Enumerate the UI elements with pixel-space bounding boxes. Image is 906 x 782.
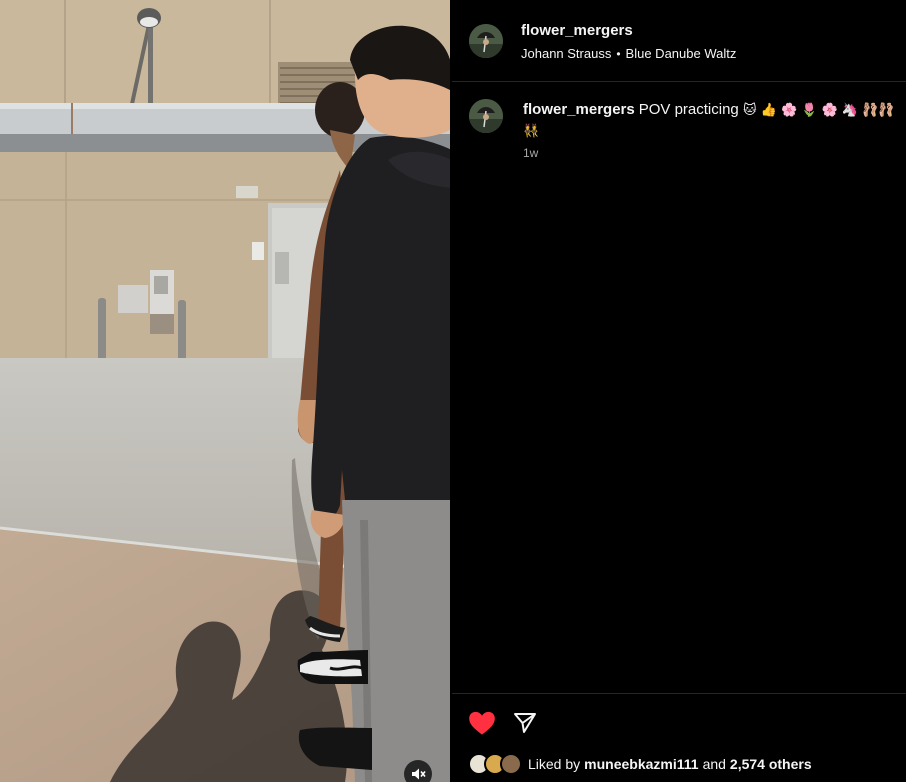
caption-text: POV practicing — [638, 101, 739, 118]
post-viewer: flower_mergers Johann Strauss • Blue Danub… — [0, 0, 906, 782]
share-button[interactable] — [510, 708, 540, 738]
caption-emojis: 🐱 👍 🌸 🌷 🌸 🦄 🩰🩰 — [742, 103, 895, 118]
audio-artist-link[interactable]: Johann Strauss — [521, 46, 611, 61]
liker-avatars[interactable] — [468, 753, 526, 775]
post-details-panel: flower_mergers Johann Strauss • Blue Danub… — [452, 0, 906, 782]
caption-emojis-line2: 👯 — [523, 124, 540, 139]
liker-username[interactable]: muneebkazmi111 — [584, 756, 698, 772]
caption-author-avatar[interactable] — [469, 99, 503, 133]
caption-username[interactable]: flower_mergers — [523, 101, 635, 118]
post-timestamp[interactable]: 1w — [523, 146, 538, 160]
post-caption: flower_mergers POV practicing 🐱 👍 🌸 🌷 🌸 🦄… — [523, 100, 903, 142]
audio-attribution: Johann Strauss • Blue Danube Waltz — [521, 46, 736, 61]
video-player[interactable] — [0, 0, 450, 782]
speaker-muted-icon — [412, 768, 426, 780]
paper-plane-icon — [514, 713, 536, 733]
heart-filled-icon — [469, 711, 495, 735]
likes-count-link[interactable]: 2,574 others — [730, 756, 812, 772]
likes-summary: Liked by muneebkazmi111 and 2,574 others — [468, 752, 898, 776]
audio-track-link[interactable]: Blue Danube Waltz — [626, 46, 737, 61]
author-avatar[interactable] — [469, 24, 503, 58]
like-button[interactable] — [467, 708, 497, 738]
liker-avatar — [500, 753, 522, 775]
post-header: flower_mergers Johann Strauss • Blue Danub… — [452, 0, 906, 82]
video-frame — [0, 0, 450, 782]
mute-toggle-button[interactable] — [404, 760, 432, 782]
likes-conjunction: and — [702, 756, 726, 772]
likes-prefix: Liked by — [528, 756, 581, 772]
separator-dot: • — [616, 47, 621, 61]
action-bar: Liked by muneebkazmi111 and 2,574 others — [452, 693, 906, 782]
author-username[interactable]: flower_mergers — [521, 22, 633, 39]
